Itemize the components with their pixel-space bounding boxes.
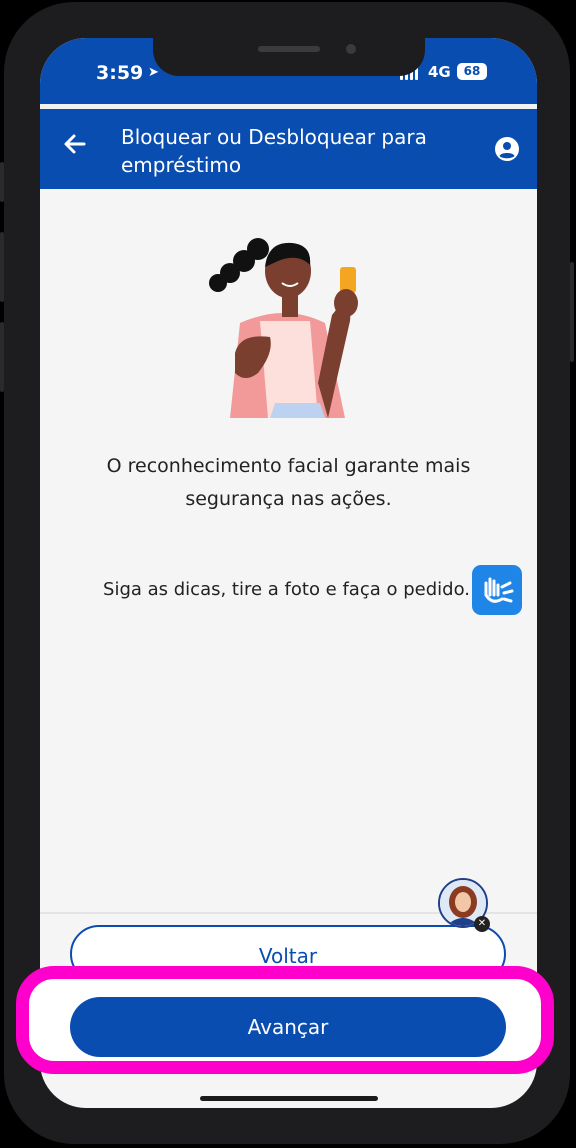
user-circle-icon[interactable] bbox=[495, 137, 519, 161]
app-header: Bloquear ou Desbloquear para empréstimo bbox=[40, 109, 537, 189]
arrow-left-icon[interactable] bbox=[62, 131, 88, 164]
next-button[interactable]: Avançar bbox=[70, 997, 506, 1057]
network-type: 4G bbox=[428, 63, 451, 81]
home-indicator bbox=[200, 1096, 378, 1101]
battery-icon: 68 bbox=[457, 63, 487, 80]
close-icon[interactable]: ✕ bbox=[474, 916, 490, 932]
woman-selfie-illustration bbox=[209, 238, 358, 418]
facial-recognition-description: O reconhecimento facial garante mais seg… bbox=[106, 455, 471, 510]
instruction-text: Siga as dicas, tire a foto e faça o pedi… bbox=[103, 579, 470, 600]
volume-down-button bbox=[0, 322, 4, 392]
app-screen: 3:59 ➤ 4G 68 Bloquear ou Desbloquear par… bbox=[40, 38, 537, 1108]
status-time: 3:59 bbox=[96, 62, 144, 84]
sign-language-hands-icon[interactable] bbox=[472, 565, 522, 615]
mute-switch bbox=[0, 162, 4, 202]
volume-up-button bbox=[0, 232, 4, 302]
notch bbox=[153, 38, 425, 76]
page-title: Bloquear ou Desbloquear para empréstimo bbox=[121, 125, 427, 177]
speaker-grille bbox=[258, 46, 320, 52]
front-camera bbox=[346, 44, 356, 54]
location-arrow-icon: ➤ bbox=[148, 65, 159, 80]
power-button bbox=[570, 262, 574, 362]
